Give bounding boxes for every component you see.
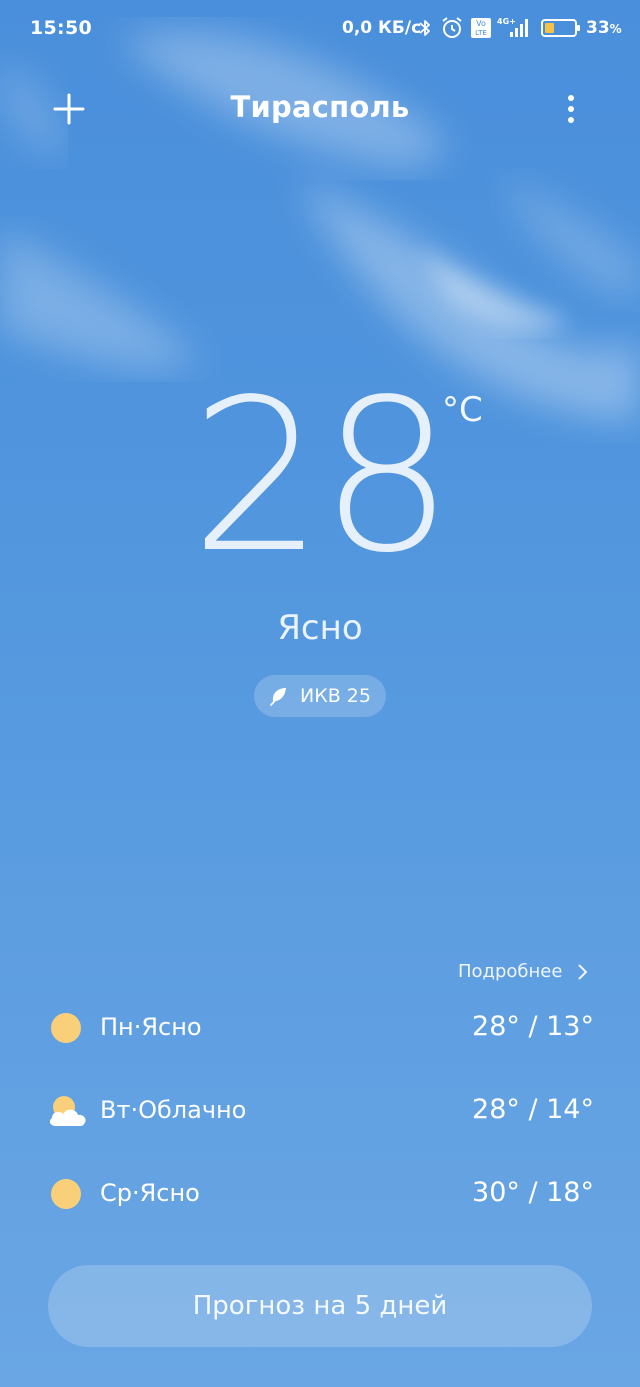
forecast-day-temps: 28° / 13° [472, 1011, 594, 1042]
five-day-forecast-button[interactable]: Прогноз на 5 дней [48, 1265, 592, 1347]
partly-cloudy-icon [49, 1096, 86, 1126]
leaf-icon [270, 688, 286, 706]
forecast-row-tuesday[interactable]: Вт·Облачно 28° / 14° [0, 1086, 640, 1136]
status-time: 15:50 [30, 17, 92, 39]
forecast-row-monday[interactable]: Пн·Ясно 28° / 13° [0, 1003, 640, 1053]
forecast-day-temps: 30° / 18° [472, 1177, 594, 1208]
aqi-label: ИКВ 25 [300, 685, 371, 707]
forecast-day-temps: 28° / 14° [472, 1094, 594, 1125]
signal-badge-text: 4G+ [497, 17, 516, 26]
forecast-day-label: Пн·Ясно [100, 1013, 202, 1041]
battery-icon [541, 19, 580, 37]
alarm-icon [442, 17, 462, 38]
current-temperature: 28 [190, 354, 453, 599]
more-vertical-icon[interactable] [556, 92, 586, 126]
volte-icon: Vo LTE [471, 18, 491, 38]
bluetooth-icon [419, 20, 430, 36]
volte-top-text: Vo [476, 19, 486, 28]
volte-bottom-text: LTE [475, 29, 487, 37]
more-details-link[interactable]: Подробнее [458, 961, 562, 982]
temperature-unit: °C [442, 390, 483, 430]
forecast-day-label: Ср·Ясно [100, 1179, 200, 1207]
status-bar: 15:50 0,0 КБ/с Vo LTE 4G+ 33% [0, 0, 640, 58]
current-condition: Ясно [277, 608, 363, 648]
network-speed: 0,0 КБ/с [342, 18, 422, 38]
chevron-right-icon[interactable] [576, 963, 588, 981]
battery-percent-value: 33 [586, 18, 610, 38]
sun-icon [51, 1179, 81, 1209]
battery-percent: 33% [586, 18, 622, 38]
forecast-row-wednesday[interactable]: Ср·Ясно 30° / 18° [0, 1169, 640, 1219]
weather-screen: 15:50 0,0 КБ/с Vo LTE 4G+ 33% Тирасполь … [0, 0, 640, 1387]
aqi-badge[interactable]: ИКВ 25 [254, 675, 386, 717]
sun-icon [51, 1013, 81, 1043]
forecast-day-label: Вт·Облачно [100, 1096, 247, 1124]
five-day-forecast-label: Прогноз на 5 дней [192, 1291, 448, 1321]
signal-icon: 4G+ [497, 17, 528, 37]
battery-level-fill [545, 23, 554, 33]
battery-percent-unit: % [609, 22, 622, 36]
city-title[interactable]: Тирасполь [0, 90, 640, 124]
